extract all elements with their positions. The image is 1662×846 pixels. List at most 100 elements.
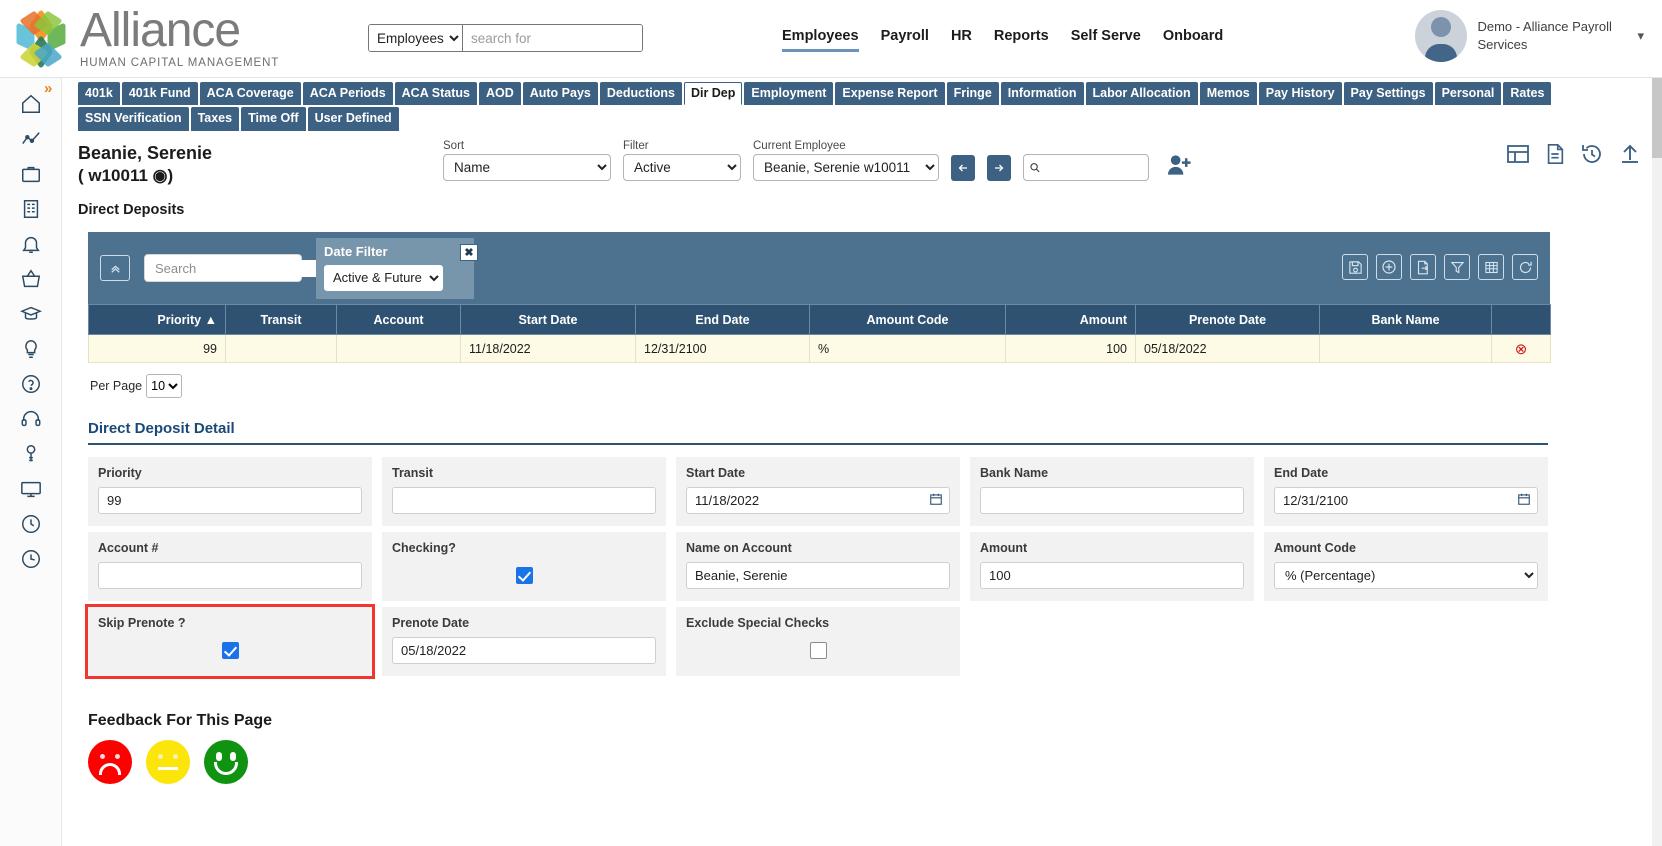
- tab-auto-pays[interactable]: Auto Pays: [522, 82, 598, 106]
- start-date-input[interactable]: [686, 487, 950, 514]
- save-icon[interactable]: [1342, 254, 1368, 280]
- user-account-menu[interactable]: Demo - Alliance Payroll Services ▾: [1415, 10, 1644, 62]
- column-start-date[interactable]: Start Date: [460, 304, 636, 335]
- sidebar-item-briefcase[interactable]: [9, 156, 53, 191]
- table-row[interactable]: 99 11/18/2022 12/31/2100 % 100 05/18/202…: [88, 334, 1551, 363]
- global-search[interactable]: Employees: [368, 24, 643, 52]
- tab-aca-periods[interactable]: ACA Periods: [302, 82, 393, 106]
- sidebar-item-monitor[interactable]: [9, 471, 53, 506]
- chevron-down-icon[interactable]: ▾: [1637, 28, 1644, 44]
- bank-name-input[interactable]: [980, 487, 1244, 514]
- name-on-account-input[interactable]: [686, 562, 950, 589]
- document-icon[interactable]: [1544, 142, 1566, 171]
- calendar-icon[interactable]: [1517, 492, 1531, 509]
- delete-row-button[interactable]: ⊗: [1491, 334, 1551, 363]
- tab-memos[interactable]: Memos: [1199, 82, 1257, 106]
- refresh-icon[interactable]: [1512, 254, 1538, 280]
- sad-face-icon[interactable]: [88, 740, 132, 784]
- tab-deductions[interactable]: Deductions: [599, 82, 682, 106]
- amount-code-select[interactable]: % (Percentage): [1274, 562, 1538, 589]
- column-priority[interactable]: Priority ▲: [88, 304, 226, 335]
- tab-labor-allocation[interactable]: Labor Allocation: [1085, 82, 1198, 106]
- scrollbar-thumb[interactable]: [1652, 78, 1662, 158]
- per-page-select[interactable]: 10: [146, 374, 183, 398]
- employee-search[interactable]: [1023, 154, 1149, 181]
- tab-personal[interactable]: Personal: [1434, 82, 1502, 106]
- tab-user-defined[interactable]: User Defined: [307, 107, 399, 131]
- tab-aod[interactable]: AOD: [478, 82, 521, 106]
- calendar-icon[interactable]: [929, 492, 943, 509]
- grid-view-icon[interactable]: [1506, 142, 1530, 171]
- tab-rates[interactable]: Rates: [1503, 82, 1552, 106]
- tab-ssn-verification[interactable]: SSN Verification: [78, 107, 189, 131]
- priority-input[interactable]: [98, 487, 362, 514]
- tab-fringe[interactable]: Fringe: [946, 82, 999, 106]
- account-number-input[interactable]: [98, 562, 362, 589]
- transit-input[interactable]: [392, 487, 656, 514]
- date-filter-select[interactable]: Active & Future: [324, 264, 443, 291]
- sidebar-item-building[interactable]: [9, 191, 53, 226]
- tab-expense-report[interactable]: Expense Report: [835, 82, 945, 106]
- tab-time-off[interactable]: Time Off: [241, 107, 306, 131]
- tab-401k[interactable]: 401k: [78, 82, 120, 106]
- nav-hr[interactable]: HR: [951, 28, 972, 49]
- employee-id[interactable]: ( w10011 ◉): [78, 165, 212, 187]
- column-prenote-date[interactable]: Prenote Date: [1135, 304, 1320, 335]
- sort-select[interactable]: Name: [443, 154, 611, 181]
- column-transit[interactable]: Transit: [225, 304, 337, 335]
- sidebar-expand-icon[interactable]: »: [44, 80, 52, 97]
- tab-dir-dep[interactable]: Dir Dep: [683, 82, 743, 106]
- checking-checkbox[interactable]: [515, 567, 533, 584]
- nav-self-serve[interactable]: Self Serve: [1071, 28, 1141, 49]
- tab-employment[interactable]: Employment: [744, 82, 834, 106]
- neutral-face-icon[interactable]: [146, 740, 190, 784]
- tab-aca-coverage[interactable]: ACA Coverage: [199, 82, 301, 106]
- sidebar-item-lightbulb[interactable]: [9, 331, 53, 366]
- nav-payroll[interactable]: Payroll: [881, 28, 929, 49]
- sidebar-item-help[interactable]: [9, 366, 53, 401]
- add-user-icon[interactable]: [1167, 154, 1192, 181]
- delete-icon[interactable]: ⊗: [1515, 341, 1528, 358]
- page-scrollbar[interactable]: [1652, 78, 1662, 846]
- sidebar-item-bell[interactable]: [9, 226, 53, 261]
- happy-face-icon[interactable]: [204, 740, 248, 784]
- tab-aca-status[interactable]: ACA Status: [394, 82, 477, 106]
- prenote-date-input[interactable]: [392, 637, 656, 664]
- sidebar-item-headset[interactable]: [9, 401, 53, 436]
- end-date-input[interactable]: [1274, 487, 1538, 514]
- current-employee-select[interactable]: Beanie, Serenie w10011: [753, 154, 939, 181]
- close-icon[interactable]: ✖: [460, 243, 478, 261]
- exclude-special-checks-checkbox[interactable]: [809, 642, 827, 659]
- column-bank-name[interactable]: Bank Name: [1319, 304, 1492, 335]
- column-amount-code[interactable]: Amount Code: [809, 304, 1006, 335]
- employee-search-input[interactable]: [1040, 159, 1143, 176]
- tab-pay-history[interactable]: Pay History: [1258, 82, 1342, 106]
- filter-icon[interactable]: [1444, 254, 1470, 280]
- export-icon[interactable]: [1410, 254, 1436, 280]
- upload-icon[interactable]: [1618, 142, 1642, 171]
- sidebar-item-clock[interactable]: [9, 506, 53, 541]
- global-search-input[interactable]: [463, 25, 642, 51]
- prev-employee-button[interactable]: [951, 155, 975, 181]
- filter-select[interactable]: Active: [623, 154, 741, 181]
- nav-onboard[interactable]: Onboard: [1163, 28, 1223, 49]
- skip-prenote-checkbox[interactable]: [221, 642, 239, 659]
- sidebar-item-basket[interactable]: [9, 261, 53, 296]
- add-circle-icon[interactable]: [1376, 254, 1402, 280]
- tab-taxes[interactable]: Taxes: [190, 107, 240, 131]
- sidebar-item-graduation[interactable]: [9, 296, 53, 331]
- column-amount[interactable]: Amount: [1005, 304, 1136, 335]
- global-search-scope[interactable]: Employees: [369, 25, 463, 51]
- history-icon[interactable]: [1580, 142, 1604, 171]
- tab-information[interactable]: Information: [1000, 82, 1084, 106]
- nav-employees[interactable]: Employees: [782, 28, 859, 52]
- grid-search-input[interactable]: [153, 259, 333, 277]
- sidebar-item-key[interactable]: [9, 436, 53, 471]
- chevron-up-icon[interactable]: [100, 255, 130, 281]
- next-employee-button[interactable]: [987, 155, 1011, 181]
- sidebar-item-clock-alt[interactable]: [9, 541, 53, 576]
- column-end-date[interactable]: End Date: [635, 304, 810, 335]
- amount-input[interactable]: [980, 562, 1244, 589]
- sidebar-item-analytics[interactable]: [9, 121, 53, 156]
- tab-pay-settings[interactable]: Pay Settings: [1343, 82, 1433, 106]
